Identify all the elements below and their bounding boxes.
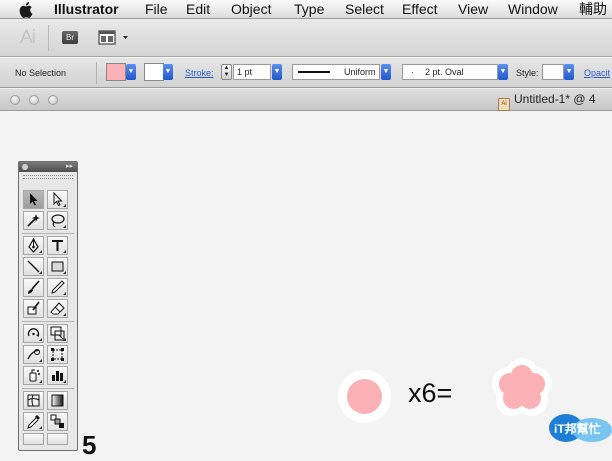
menu-edit[interactable]: Edit [186,0,210,19]
paintbrush-icon [28,280,40,294]
selection-status: No Selection [15,68,67,78]
free-transform-icon [51,348,64,361]
stroke-profile-dropdown[interactable]: ▼ [381,64,391,80]
grip-handle[interactable] [23,175,73,179]
scale-tool[interactable] [47,324,68,343]
line-tool[interactable] [23,257,44,276]
live-paint-tool[interactable] [23,433,44,445]
logo-text: iT邦幫忙 [554,421,601,436]
symbol-sprayer-tool[interactable] [23,366,44,385]
equation-text[interactable]: x6= [408,378,452,409]
artboard-tool[interactable] [47,433,68,445]
tools-panel-header[interactable]: ▸▸ [19,162,77,172]
apple-menu-icon[interactable] [19,1,35,18]
menu-app-illustrator[interactable]: Illustrator [54,0,119,19]
menu-select[interactable]: Select [345,0,384,19]
divider [96,62,97,84]
column-graph-tool[interactable] [47,366,68,385]
eraser-tool[interactable] [47,299,68,318]
tool-group-divider [22,233,74,234]
magic-wand-icon [27,214,40,227]
graphic-style-swatch[interactable] [542,64,564,80]
type-tool[interactable] [47,236,68,255]
rotate-tool[interactable] [23,324,44,343]
divider [48,25,49,51]
number-text: 5 [82,430,97,460]
close-icon[interactable] [22,164,28,170]
mesh-icon [27,394,40,407]
style-label: Style: [516,68,539,78]
stroke-profile-select[interactable]: Uniform [292,64,380,80]
fill-dropdown[interactable]: ▼ [126,64,136,80]
brush-select[interactable]: · 2 pt. Oval [402,64,498,80]
gradient-icon [51,394,64,407]
selection-arrow-icon [30,193,38,206]
document-tab[interactable]: Ai Untitled-1* @ 4 [498,92,596,111]
collapse-icon[interactable]: ▸▸ [66,163,73,171]
stroke-weight-dropdown[interactable]: ▼ [272,64,282,80]
zoom-window-button[interactable] [48,95,58,105]
minimize-window-button[interactable] [29,95,39,105]
circle-shape[interactable] [338,370,391,423]
pink-circle [347,379,382,414]
menu-object[interactable]: Object [231,0,271,19]
lasso-tool[interactable] [47,211,68,230]
arrange-documents-button[interactable] [98,29,132,47]
close-window-button[interactable] [10,95,20,105]
blend-icon [50,414,64,428]
menu-type[interactable]: Type [294,0,324,19]
blob-brush-tool[interactable] [23,299,44,318]
direct-selection-tool[interactable] [47,190,68,209]
blend-tool[interactable] [47,412,68,431]
pencil-tool[interactable] [47,278,68,297]
tool-group-divider [22,388,74,389]
magic-wand-tool[interactable] [23,211,44,230]
stroke-weight-stepper[interactable]: ▲ ▼ [221,64,232,80]
stroke-color-dropdown[interactable]: ▼ [163,64,173,80]
fill-swatch[interactable] [106,63,126,81]
stroke-label[interactable]: Stroke: [185,68,214,78]
mesh-tool[interactable] [23,391,44,410]
rectangle-tool[interactable] [47,257,68,276]
gradient-tool[interactable] [47,391,68,410]
opacity-label[interactable]: Opacit [584,68,610,78]
free-transform-tool[interactable] [47,345,68,364]
blob-brush-icon [27,301,40,315]
menu-bar: Illustrator File Edit Object Type Select… [0,0,612,19]
stroke-profile-label: Uniform [344,67,376,77]
ithome-logo: iT邦幫忙 [549,414,612,442]
brush-dot: · [411,67,414,77]
warp-tool[interactable] [23,345,44,364]
application-bar: Ai Br [0,19,612,57]
menu-help[interactable]: 輔助 [579,0,607,19]
menu-effect[interactable]: Effect [402,0,438,19]
document-tab-bar: Ai Untitled-1* @ 4 [0,89,612,111]
selection-tool[interactable] [23,190,44,209]
pen-tool[interactable] [23,236,44,255]
menu-view[interactable]: View [458,0,488,19]
document-title: Untitled-1* @ 4 [514,92,596,106]
control-panel: No Selection ▼ ▼ Stroke: ▲ ▼ 1 pt ▼ Unifo… [0,58,612,88]
ai-logo: Ai [20,27,36,48]
stroke-swatch[interactable] [144,63,164,81]
eyedropper-tool[interactable] [23,412,44,431]
paintbrush-tool[interactable] [23,278,44,297]
brush-label: 2 pt. Oval [425,67,464,77]
graphic-style-dropdown[interactable]: ▼ [564,64,574,80]
menu-window[interactable]: Window [508,0,558,19]
brush-dropdown[interactable]: ▼ [498,64,508,80]
stroke-weight-field[interactable]: 1 pt [233,64,271,80]
ai-file-icon: Ai [498,98,510,111]
tool-group-divider [22,321,74,322]
menu-file[interactable]: File [145,0,168,19]
bridge-button[interactable]: Br [62,31,78,44]
tools-panel: ▸▸ [18,161,78,451]
